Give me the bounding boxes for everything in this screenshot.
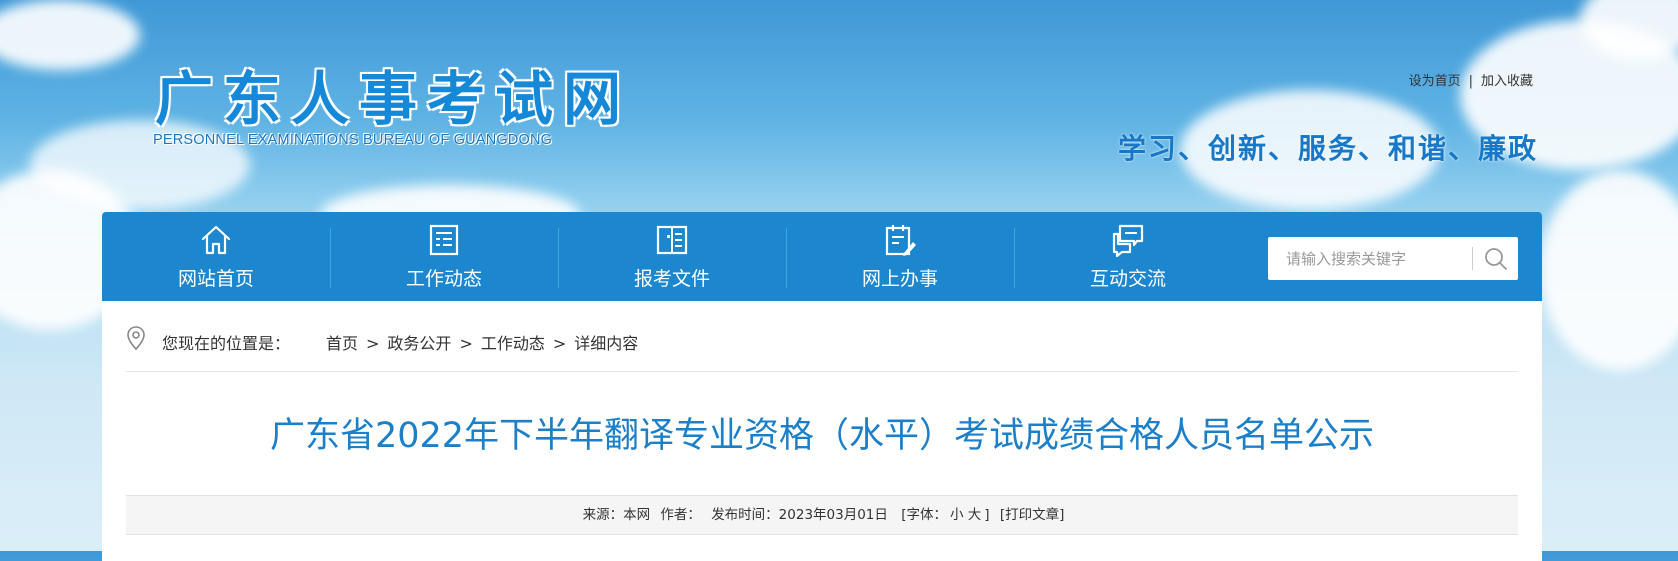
breadcrumb-separator: > <box>459 334 473 353</box>
news-list-icon <box>429 224 459 256</box>
main-nav: 网站首页 工作动态 报考文件 网上办事 互动交流 请输入搜索关键字 <box>102 212 1542 301</box>
breadcrumb-trail: 首页 > 政务公开 > 工作动态 > 详细内容 <box>326 330 638 354</box>
site-header: 广东人事考试网 PERSONNEL EXAMINATIONS BUREAU OF… <box>0 0 1678 212</box>
content-panel: 您现在的位置是： 首页 > 政务公开 > 工作动态 > 详细内容 广东省2022年下半年翻译… <box>102 301 1542 561</box>
font-large-button[interactable]: 大 <box>968 507 982 523</box>
nav-item-interaction[interactable]: 互动交流 <box>1014 212 1242 301</box>
search-divider <box>1472 247 1473 270</box>
nav-label: 网上办事 <box>861 268 938 290</box>
search-icon[interactable] <box>1480 243 1512 275</box>
add-favorite-link[interactable]: 加入收藏 <box>1481 74 1533 89</box>
nav-item-work-news[interactable]: 工作动态 <box>330 212 558 301</box>
divider <box>126 371 1518 372</box>
site-logo-title[interactable]: 广东人事考试网 <box>155 52 631 136</box>
font-size-label: [字体： <box>901 507 947 523</box>
nav-label: 工作动态 <box>405 268 482 290</box>
print-article-button[interactable]: [打印文章] <box>1000 507 1065 523</box>
nav-label: 互动交流 <box>1089 268 1166 290</box>
location-pin-icon <box>127 326 145 351</box>
breadcrumb-home[interactable]: 首页 <box>326 334 358 353</box>
article-meta-bar: 来源：本网 作者： 发布时间：2023年03月01日 [字体：小 大] [打印文… <box>126 495 1518 535</box>
search-input[interactable] <box>1268 237 1468 280</box>
article-source: 来源：本网 <box>582 507 651 523</box>
site-logo-subtitle: PERSONNEL EXAMINATIONS BUREAU OF GUANGDO… <box>153 132 553 148</box>
nav-label: 网站首页 <box>177 268 254 290</box>
breadcrumb-government-affairs[interactable]: 政务公开 <box>387 334 451 353</box>
nav-item-online-services[interactable]: 网上办事 <box>786 212 1014 301</box>
set-homepage-link[interactable]: 设为首页 <box>1409 74 1461 89</box>
article-title: 广东省2022年下半年翻译专业资格（水平）考试成绩合格人员名单公示 <box>269 416 1375 456</box>
article-date: 发布时间：2023年03月01日 <box>711 507 888 523</box>
breadcrumb-separator: > <box>552 334 567 353</box>
breadcrumb-work-news[interactable]: 工作动态 <box>481 334 545 353</box>
nav-item-home[interactable]: 网站首页 <box>102 212 330 301</box>
clipboard-pen-icon <box>885 225 916 256</box>
font-size-close: ] <box>984 507 990 523</box>
font-size-control: [字体：小 大] <box>898 507 992 523</box>
breadcrumb-prefix: 您现在的位置是： <box>162 334 291 353</box>
site-slogan: 学习、创新、服务、和谐、廉政 <box>1117 132 1538 165</box>
top-links: 设为首页 | 加入收藏 <box>1409 70 1533 89</box>
font-small-button[interactable]: 小 <box>950 507 964 523</box>
article-author: 作者： <box>660 507 701 523</box>
nav-label: 报考文件 <box>633 268 710 290</box>
open-book-icon <box>656 225 688 255</box>
chat-bubbles-icon <box>1112 224 1144 258</box>
home-icon <box>201 225 231 255</box>
breadcrumb-separator: > <box>366 334 380 353</box>
breadcrumb-current: 详细内容 <box>574 334 639 353</box>
search-box <box>1268 237 1518 280</box>
top-links-separator: | <box>1468 74 1473 89</box>
nav-item-exam-documents[interactable]: 报考文件 <box>558 212 786 301</box>
